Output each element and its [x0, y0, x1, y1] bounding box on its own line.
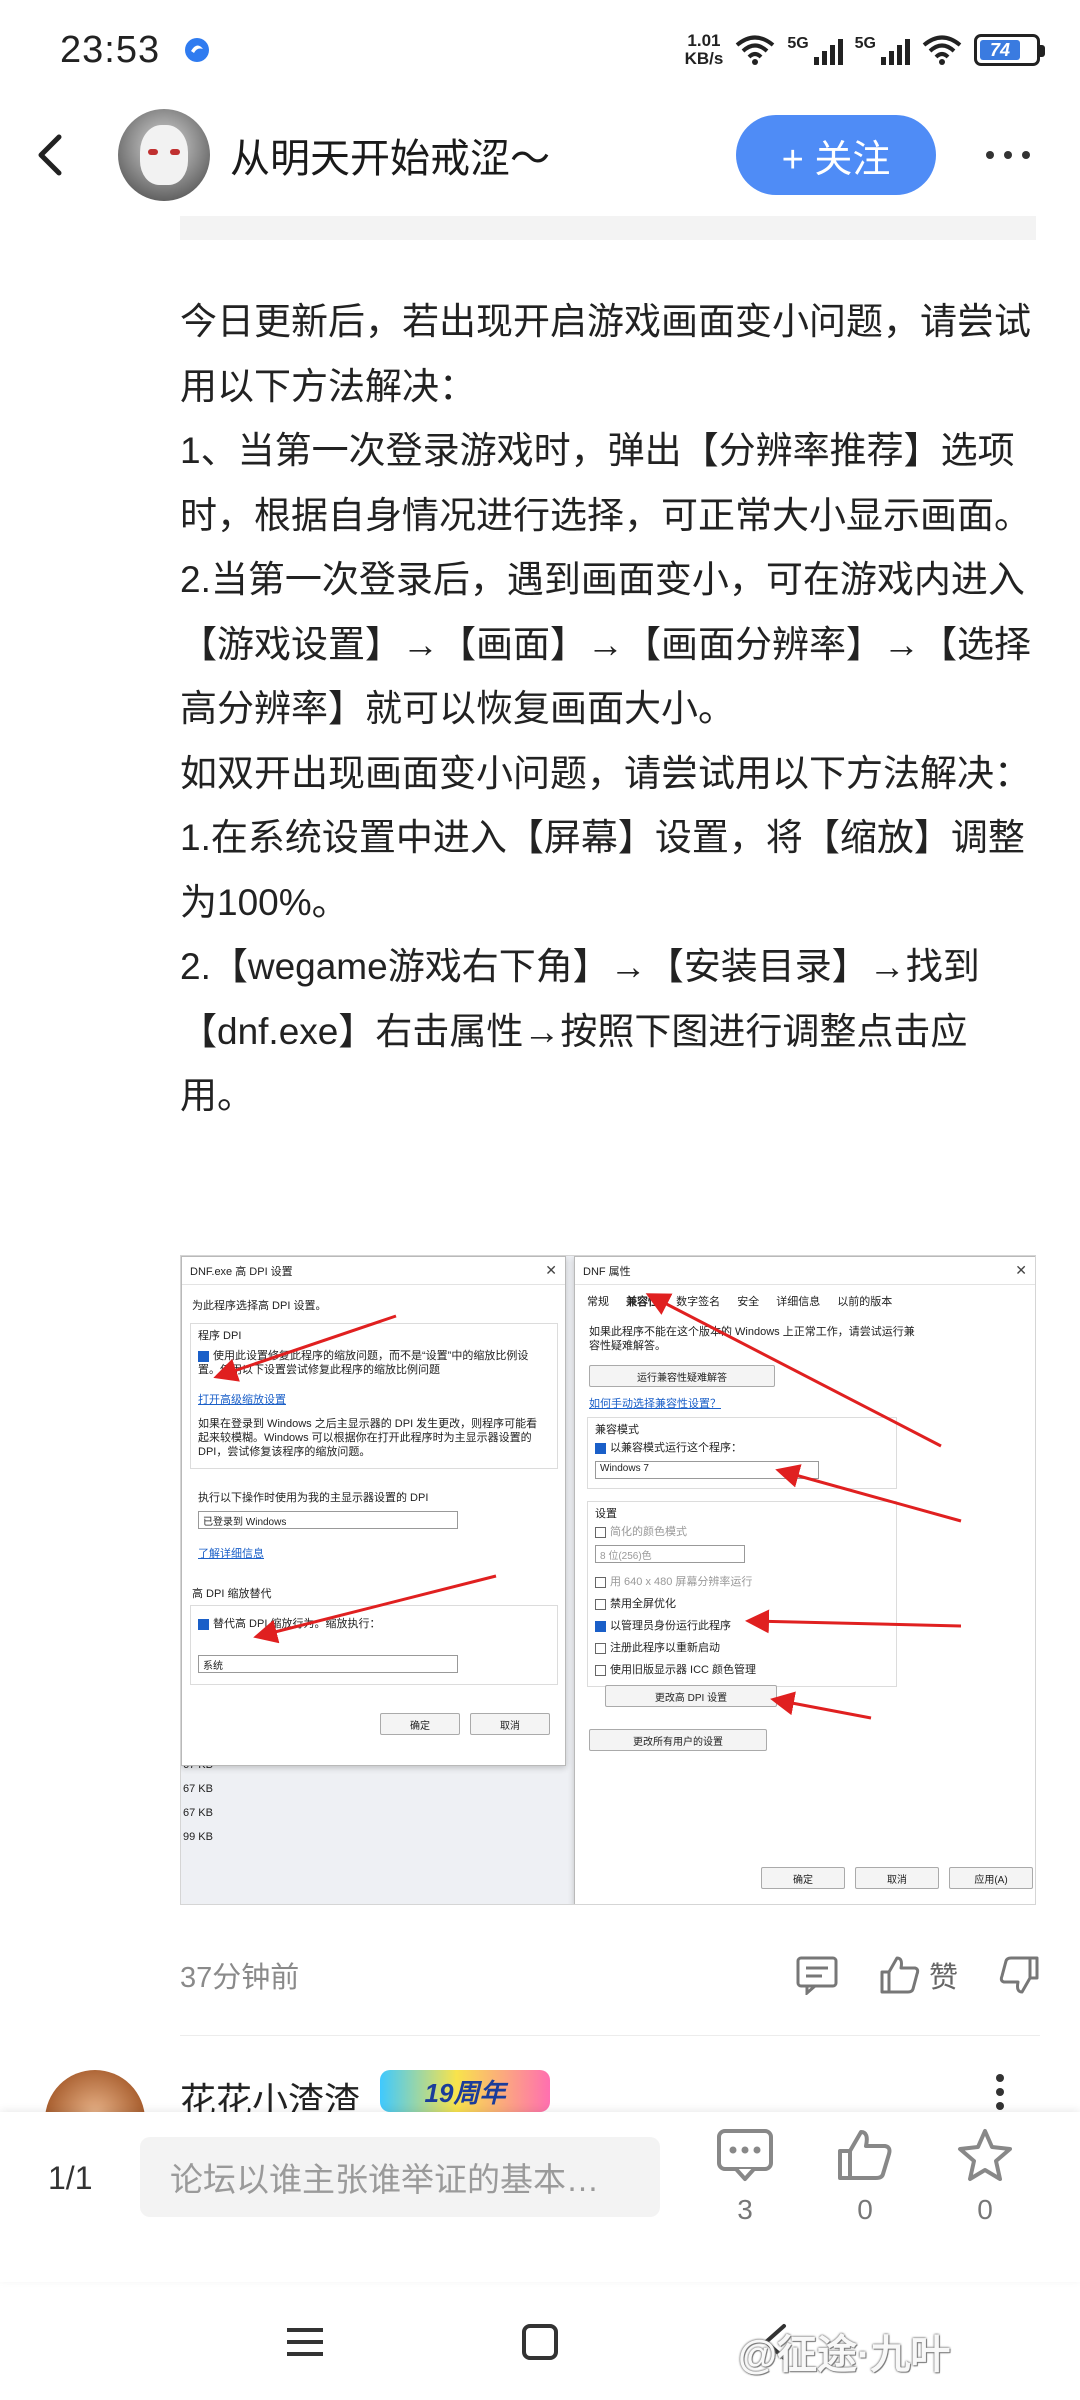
more-dot-icon — [986, 151, 994, 159]
commenter-name[interactable]: 花花小渣渣 — [180, 2072, 360, 2112]
sim2-label: 5G — [854, 35, 876, 52]
author-name[interactable]: 从明天开始戒涩～ — [230, 126, 736, 184]
anniversary-badge: 19周年 — [380, 2070, 550, 2112]
arrow-mark — [213, 1314, 397, 1382]
divider — [180, 2035, 1040, 2036]
follow-button[interactable]: + 关注 — [736, 115, 936, 195]
post-header: 从明天开始戒涩～ + 关注 — [0, 100, 1080, 210]
cell-signal-1-icon: 5G — [787, 35, 843, 65]
next-comment-peek: 花花小渣渣 19周年 — [0, 2070, 1080, 2112]
quote-bar — [180, 216, 1036, 240]
app-notification-icon — [185, 38, 210, 62]
arrow-mark — [770, 1691, 872, 1720]
home-nav-button[interactable] — [510, 2312, 570, 2372]
cell-signal-2-icon: 5G — [855, 35, 910, 65]
status-time: 23:53 — [60, 28, 161, 71]
thumb-down-icon — [999, 1956, 1039, 1994]
paragraph: 1、当第一次登录游戏时，弹出【分辨率推荐】选项时，根据自身情况进行选择，可正常大… — [180, 430, 1031, 536]
arrow-mark — [775, 1464, 962, 1523]
network-speed: 1.01 KB/s — [685, 32, 724, 68]
arrow-mark — [253, 1574, 497, 1644]
commenter-avatar[interactable] — [45, 2070, 145, 2112]
like-post-button[interactable]: 0 — [820, 2128, 910, 2226]
post-actions: 赞 — [795, 1954, 1040, 1996]
battery-level: 74 — [989, 39, 1010, 60]
wifi-icon-2 — [922, 35, 962, 65]
comments-button[interactable]: 3 — [700, 2128, 790, 2226]
star-count: 0 — [977, 2194, 993, 2225]
chevron-left-icon — [38, 134, 62, 176]
like-label: 赞 — [928, 1962, 958, 1994]
like-button[interactable]: 赞 — [879, 1954, 958, 1996]
menu-icon — [287, 2328, 323, 2356]
arrow-mark — [745, 1609, 962, 1634]
star-icon — [958, 2129, 1012, 2181]
wifi-icon — [736, 35, 775, 65]
system-nav-bar: @征途·九叶 — [0, 2282, 1080, 2400]
page-indicator[interactable]: 1/1 — [48, 2160, 92, 2197]
network-speed-value: 1.01 — [687, 31, 721, 50]
paragraph: 2.当第一次登录后，遇到画面变小，可在游戏内进入【游戏设置】→【画面】→【画面分… — [180, 559, 1031, 729]
watermark-text: @征途·九叶 — [738, 2333, 951, 2377]
comment-button[interactable] — [795, 1955, 839, 1995]
back-button[interactable] — [0, 105, 100, 205]
paragraph: 1.在系统设置中进入【屏幕】设置，将【缩放】调整为100%。 — [180, 817, 1025, 923]
menu-nav-button[interactable] — [275, 2312, 335, 2372]
sim1-label: 5G — [787, 35, 809, 52]
status-bar: 23:53 1.01 KB/s 5G 5G 74 — [0, 0, 1080, 100]
post-time: 37分钟前 — [180, 1962, 300, 1994]
arrow-mark — [645, 1293, 942, 1448]
comment-icon — [717, 2129, 773, 2181]
bottom-bar: 1/1 论坛以谁主张谁举证的基本… 3 0 0 — [0, 2112, 1080, 2282]
paragraph: 2.【wegame游戏右下角】→【安装目录】→找到【dnf.exe】右击属性→按… — [180, 946, 980, 1116]
comment-count: 3 — [737, 2194, 753, 2225]
paragraph: 今日更新后，若出现开启游戏画面变小问题，请尝试用以下方法解决： — [180, 301, 1031, 407]
status-icons: 1.01 KB/s 5G 5G 74 — [685, 32, 1045, 68]
more-options-button[interactable] — [986, 151, 1030, 159]
home-square-icon — [522, 2324, 558, 2360]
reply-input[interactable]: 论坛以谁主张谁举证的基本… — [140, 2137, 660, 2217]
post-image[interactable]: 67 KB 67 KB 67 KB 99 KB DNF.exe 高 DPI 设置… — [180, 1255, 1036, 1905]
author-avatar[interactable] — [118, 109, 210, 201]
dislike-button[interactable] — [998, 1955, 1040, 1995]
thumb-up-icon — [880, 1956, 920, 1994]
annotation-arrows — [213, 1293, 962, 1720]
post-body: 今日更新后，若出现开启游戏画面变小问题，请尝试用以下方法解决： 1、当第一次登录… — [180, 290, 1040, 1129]
battery-icon: 74 — [974, 34, 1045, 66]
post-meta: 37分钟前 赞 — [180, 1945, 1040, 2005]
paragraph: 如双开出现画面变小问题，请尝试用以下方法解决： — [180, 752, 1031, 794]
comment-icon — [796, 1956, 838, 1995]
thumb-up-icon — [838, 2130, 892, 2180]
favorite-button[interactable]: 0 — [940, 2128, 1030, 2226]
more-vertical-icon[interactable] — [996, 2072, 1004, 2112]
like-count: 0 — [857, 2194, 873, 2225]
network-speed-unit: KB/s — [684, 49, 724, 68]
